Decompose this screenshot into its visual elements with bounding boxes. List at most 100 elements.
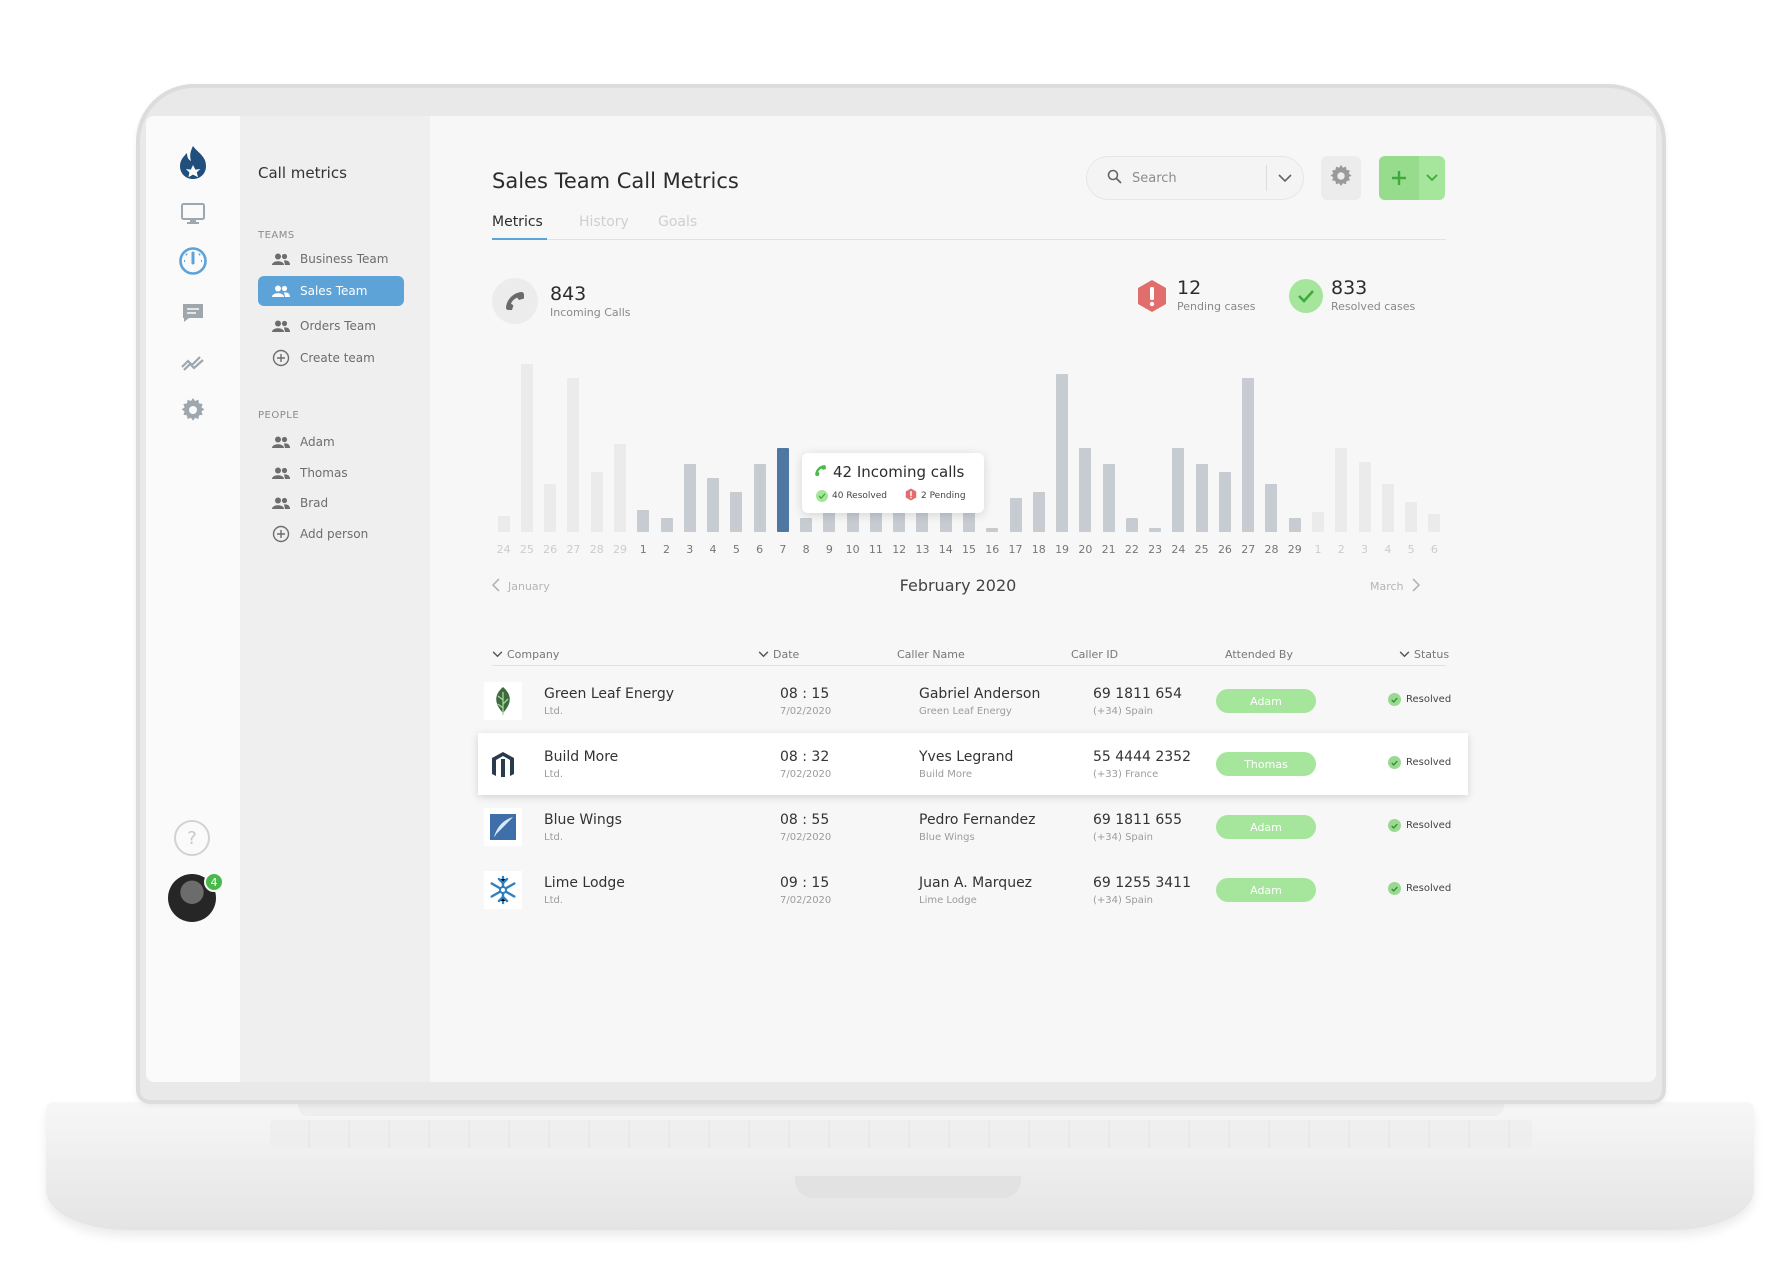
people-icon — [272, 253, 294, 265]
sidebar-item-brad[interactable]: Brad — [258, 488, 404, 518]
chart-bar[interactable] — [567, 378, 580, 532]
add-person-label: Add person — [300, 527, 369, 541]
caller-company: Blue Wings — [919, 832, 975, 843]
chat-icon[interactable] — [173, 293, 213, 333]
app-window: ? 4 Call metrics TEAMS Business Team Sal… — [146, 116, 1656, 1082]
chart-bar[interactable] — [544, 484, 557, 532]
chart-bar[interactable] — [1056, 374, 1069, 532]
attended-by-badge[interactable]: Adam — [1216, 815, 1316, 839]
call-time: 08 : 15 — [780, 686, 830, 702]
caller-id: 55 4444 2352 — [1093, 749, 1191, 765]
chart-tick-label: 16 — [985, 543, 1000, 556]
chart-bar[interactable] — [1172, 448, 1185, 532]
sidebar-item-thomas[interactable]: Thomas — [258, 458, 404, 488]
table-row[interactable]: Green Leaf Energy Ltd. 08 : 15 7/02/2020… — [478, 670, 1468, 732]
chart-bar[interactable] — [637, 510, 650, 532]
table-row[interactable]: Build More Ltd. 08 : 32 7/02/2020 Yves L… — [478, 733, 1468, 795]
chart-bar[interactable] — [1102, 464, 1115, 532]
trend-icon[interactable] — [173, 342, 213, 382]
chart-bar[interactable] — [800, 518, 813, 532]
chart-bar[interactable] — [520, 364, 533, 532]
search-field[interactable]: Search — [1086, 156, 1304, 200]
chart-bar[interactable] — [986, 528, 999, 532]
chart-bar[interactable] — [1009, 498, 1022, 532]
attended-by-badge[interactable]: Adam — [1216, 689, 1316, 713]
monitor-icon[interactable] — [173, 194, 213, 234]
tab-metrics[interactable]: Metrics — [492, 214, 547, 240]
flame-logo-icon[interactable] — [173, 142, 213, 182]
chart-bar[interactable] — [776, 448, 789, 532]
sidebar-item-label: Adam — [300, 435, 335, 449]
column-caller-name[interactable]: Caller Name — [897, 648, 965, 661]
chart-bar[interactable] — [1312, 512, 1325, 532]
settings-button[interactable] — [1321, 156, 1361, 200]
plus-icon[interactable] — [1379, 156, 1419, 200]
sidebar-item-orders-team[interactable]: Orders Team — [258, 311, 404, 341]
column-status[interactable]: Status — [1399, 648, 1449, 661]
chart-tick-label: 18 — [1031, 543, 1046, 556]
chart-bar[interactable] — [660, 518, 673, 532]
column-caller-id[interactable]: Caller ID — [1071, 648, 1118, 661]
chart-bar[interactable] — [1405, 502, 1418, 532]
people-icon — [272, 320, 294, 332]
sidebar-item-adam[interactable]: Adam — [258, 427, 404, 457]
chart-bar[interactable] — [590, 472, 603, 532]
chart-bar[interactable] — [823, 512, 836, 532]
chart-bar[interactable] — [1335, 448, 1348, 532]
avatar[interactable]: 4 — [168, 872, 224, 922]
chart-bar[interactable] — [1032, 492, 1045, 532]
chart-bar[interactable] — [1358, 462, 1371, 532]
column-date[interactable]: Date — [758, 648, 799, 661]
gauge-icon[interactable] — [173, 241, 213, 281]
chart-bar[interactable] — [1218, 472, 1231, 532]
chart-bar[interactable] — [1242, 378, 1255, 532]
table-row[interactable]: Lime Lodge Ltd. 09 : 15 7/02/2020 Juan A… — [478, 859, 1468, 921]
chart-tick-label: 26 — [543, 543, 558, 556]
sidebar-item-business-team[interactable]: Business Team — [258, 244, 404, 274]
team-sidebar: Call metrics TEAMS Business Team Sales T… — [240, 116, 430, 1082]
chart-bar[interactable] — [1125, 518, 1138, 532]
help-icon[interactable]: ? — [174, 820, 210, 856]
chart-bar[interactable] — [707, 478, 720, 532]
create-team-button[interactable]: Create team — [258, 343, 404, 373]
people-icon — [272, 436, 294, 448]
chart-bar[interactable] — [1195, 464, 1208, 532]
sidebar-item-label: Orders Team — [300, 319, 376, 333]
caller-name: Gabriel Anderson — [919, 686, 1041, 702]
next-month-label: March — [1370, 580, 1404, 593]
chart-bar[interactable] — [1149, 528, 1162, 532]
chart-bar[interactable] — [1428, 514, 1441, 532]
status-label: Resolved — [1406, 694, 1452, 705]
chevron-down-icon[interactable] — [1267, 174, 1303, 182]
chart-bar[interactable] — [753, 464, 766, 532]
chevron-down-icon[interactable] — [1419, 156, 1445, 200]
sidebar-title: Call metrics — [258, 164, 347, 182]
chart-bar[interactable] — [497, 516, 510, 532]
previous-month-link[interactable]: January — [491, 578, 550, 595]
call-date: 7/02/2020 — [780, 895, 832, 906]
add-person-button[interactable]: Add person — [258, 519, 404, 549]
next-month-link[interactable]: March — [1370, 578, 1420, 595]
attended-by-badge[interactable]: Thomas — [1216, 752, 1316, 776]
snowflake-logo-icon — [484, 871, 522, 909]
search-input[interactable]: Search — [1132, 171, 1266, 186]
previous-month-label: January — [508, 580, 550, 593]
chart-bar[interactable] — [1381, 484, 1394, 532]
chart-bar[interactable] — [1288, 518, 1301, 532]
chart-bar[interactable] — [683, 464, 696, 532]
chart-tick-label: 11 — [868, 543, 883, 556]
table-row[interactable]: Blue Wings Ltd. 08 : 55 7/02/2020 Pedro … — [478, 796, 1468, 858]
sidebar-item-sales-team[interactable]: Sales Team — [258, 276, 404, 306]
gear-icon[interactable] — [173, 390, 213, 430]
sidebar-item-label: Sales Team — [300, 284, 368, 298]
chart-bar[interactable] — [613, 444, 626, 532]
attended-by-badge[interactable]: Adam — [1216, 878, 1316, 902]
chart-bar[interactable] — [1079, 448, 1092, 532]
chart-bar[interactable] — [730, 492, 743, 532]
column-attended-by[interactable]: Attended By — [1225, 648, 1293, 661]
tab-goals[interactable]: Goals — [658, 214, 697, 230]
tab-history[interactable]: History — [579, 214, 629, 230]
add-button[interactable] — [1379, 156, 1445, 200]
chart-bar[interactable] — [1265, 484, 1278, 532]
column-company[interactable]: Company — [492, 648, 559, 661]
